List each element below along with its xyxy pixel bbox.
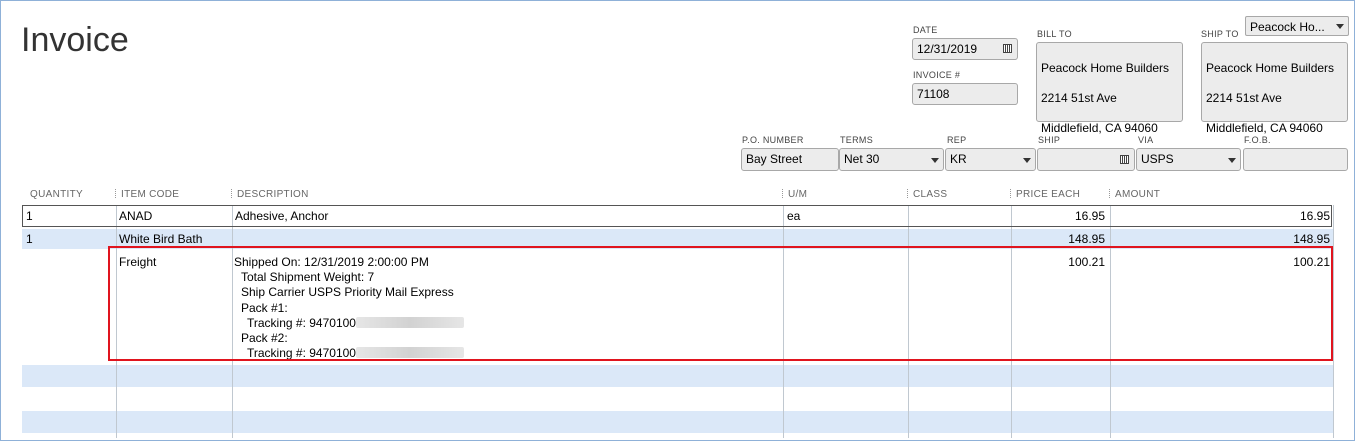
- item-code-cell[interactable]: ANAD: [119, 209, 152, 223]
- ship-to-select-value: Peacock Ho...: [1250, 20, 1325, 34]
- ship-to-address[interactable]: Peacock Home Builders 2214 51st Ave Midd…: [1201, 42, 1348, 135]
- column-label: QUANTITY: [30, 189, 83, 200]
- row-background: [22, 411, 1334, 433]
- ship-to-line: 2214 51st Ave: [1206, 91, 1282, 105]
- column-divider[interactable]: [1010, 189, 1012, 198]
- invoice-number-value: 71108: [917, 87, 950, 101]
- column-header-amount[interactable]: AMOUNT: [1109, 189, 1160, 200]
- column-header-um[interactable]: U/M: [782, 189, 807, 200]
- via-label: VIA: [1138, 135, 1154, 145]
- date-field[interactable]: 12/31/2019: [912, 38, 1018, 60]
- ship-date-label: SHIP: [1038, 135, 1061, 145]
- po-number-label: P.O. NUMBER: [742, 135, 804, 145]
- bill-to-line: Middlefield, CA 94060: [1041, 121, 1158, 135]
- terms-label: TERMS: [840, 135, 873, 145]
- quantity-cell[interactable]: 1: [26, 209, 33, 223]
- quantity-cell[interactable]: 1: [26, 232, 33, 246]
- column-header-quantity[interactable]: QUANTITY: [30, 189, 83, 200]
- chevron-down-icon: [1336, 24, 1344, 29]
- bill-to-line: Peacock Home Builders: [1041, 61, 1170, 75]
- column-divider[interactable]: [115, 189, 117, 198]
- ship-to-select[interactable]: Peacock Ho...: [1245, 16, 1349, 36]
- invoice-number-field[interactable]: 71108: [912, 83, 1018, 105]
- calendar-icon[interactable]: [1003, 44, 1012, 53]
- rep-select[interactable]: KR: [945, 148, 1036, 171]
- terms-value: Net 30: [844, 152, 880, 166]
- column-header-price-each[interactable]: PRICE EACH: [1010, 189, 1080, 200]
- column-label: CLASS: [913, 189, 948, 200]
- column-label: AMOUNT: [1115, 189, 1161, 200]
- price-each-cell[interactable]: 16.95: [1013, 209, 1105, 223]
- po-number-value: Bay Street: [746, 152, 803, 166]
- column-label: PRICE EACH: [1016, 189, 1081, 200]
- via-value: USPS: [1141, 152, 1174, 166]
- column-label: ITEM CODE: [121, 189, 180, 200]
- amount-cell[interactable]: 148.95: [1113, 232, 1330, 246]
- um-cell[interactable]: ea: [787, 209, 800, 223]
- column-header-item-code[interactable]: ITEM CODE: [115, 189, 179, 200]
- price-each-cell[interactable]: 148.95: [1013, 232, 1105, 246]
- column-divider[interactable]: [231, 189, 233, 198]
- ship-date-field[interactable]: [1037, 148, 1135, 171]
- column-header-class[interactable]: CLASS: [907, 189, 947, 200]
- fob-label: F.O.B.: [1244, 135, 1271, 145]
- amount-cell[interactable]: 16.95: [1113, 209, 1330, 223]
- column-divider[interactable]: [782, 189, 784, 198]
- ship-to-line: Middlefield, CA 94060: [1206, 121, 1323, 135]
- column-rule: [1333, 205, 1334, 438]
- date-value: 12/31/2019: [917, 42, 978, 56]
- ship-to-line: Peacock Home Builders: [1206, 61, 1335, 75]
- calendar-icon[interactable]: [1120, 154, 1129, 164]
- highlight-box: [108, 246, 1333, 361]
- rep-label: REP: [947, 135, 967, 145]
- via-select[interactable]: USPS: [1136, 148, 1241, 171]
- bill-to-line: 2214 51st Ave: [1041, 91, 1117, 105]
- po-number-field[interactable]: Bay Street: [741, 148, 839, 171]
- invoice-number-label: INVOICE #: [913, 70, 961, 80]
- fob-field[interactable]: [1243, 148, 1348, 171]
- chevron-down-icon: [1228, 157, 1236, 163]
- terms-select[interactable]: Net 30: [839, 148, 944, 171]
- chevron-down-icon: [931, 157, 939, 163]
- rep-value: KR: [950, 152, 967, 166]
- bill-to-label: BILL TO: [1037, 29, 1072, 39]
- column-header-description[interactable]: DESCRIPTION: [231, 189, 309, 200]
- ship-to-label: SHIP TO: [1201, 29, 1239, 39]
- form-title: Invoice: [21, 21, 129, 59]
- column-divider[interactable]: [1109, 189, 1111, 198]
- row-background: [22, 365, 1334, 387]
- chevron-down-icon: [1023, 157, 1031, 163]
- description-cell[interactable]: Adhesive, Anchor: [235, 209, 328, 223]
- column-divider[interactable]: [907, 189, 909, 198]
- bill-to-address[interactable]: Peacock Home Builders 2214 51st Ave Midd…: [1036, 42, 1183, 135]
- invoice-window: Invoice DATE 12/31/2019 INVOICE # 71108 …: [0, 0, 1355, 441]
- item-code-cell[interactable]: White Bird Bath: [119, 232, 202, 246]
- date-label: DATE: [913, 25, 938, 35]
- column-label: DESCRIPTION: [237, 189, 309, 200]
- column-label: U/M: [788, 189, 808, 200]
